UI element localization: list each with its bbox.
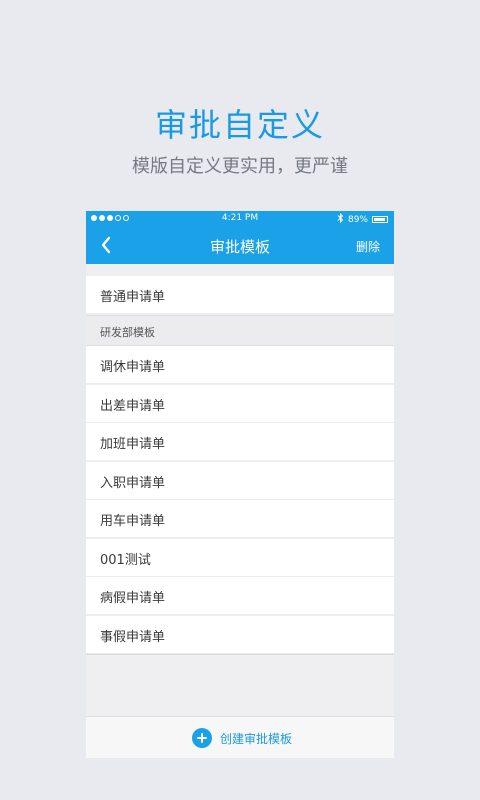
plus-circle-icon — [192, 728, 212, 748]
list-item-label: 事假申请单 — [100, 630, 166, 645]
bluetooth-icon — [337, 212, 344, 226]
list-item[interactable]: 调休申请单 — [86, 346, 394, 384]
status-bar: 4:21 PM 89% — [86, 211, 394, 227]
list-item-label: 出差申请单 — [100, 399, 166, 414]
list-item-label: 加班申请单 — [100, 437, 166, 452]
phone-screen: 4:21 PM 89% 审批模板 删除 普通申请单 研发部模板 调休申请单 出差… — [86, 211, 394, 758]
divider — [86, 654, 394, 655]
headline: 审批自定义 — [154, 106, 325, 144]
list-item[interactable]: 出差申请单 — [86, 385, 394, 423]
list-item-label: 普通申请单 — [100, 290, 166, 305]
spacer — [86, 264, 394, 276]
list-item[interactable]: 001测试 — [86, 539, 394, 577]
list-item[interactable]: 加班申请单 — [86, 423, 394, 461]
list-item[interactable]: 用车申请单 — [86, 500, 394, 538]
list-item-general[interactable]: 普通申请单 — [86, 276, 394, 314]
list-item-label: 调休申请单 — [100, 360, 166, 375]
nav-title: 审批模板 — [209, 238, 270, 256]
battery-icon — [372, 216, 388, 223]
list-item[interactable]: 病假申请单 — [86, 577, 394, 615]
battery-percent: 89% — [347, 214, 368, 225]
delete-button[interactable]: 删除 — [356, 238, 380, 255]
section-header-label: 研发部模板 — [100, 326, 155, 339]
list-item[interactable]: 入职申请单 — [86, 462, 394, 500]
subline: 模版自定义更实用，更严谨 — [132, 156, 348, 177]
list-item[interactable]: 事假申请单 — [86, 616, 394, 654]
list-item-label: 用车申请单 — [100, 514, 166, 529]
list-item-label: 001测试 — [100, 553, 151, 568]
section-header: 研发部模板 — [86, 315, 394, 346]
create-template-label: 创建审批模板 — [220, 731, 293, 746]
list-item-label: 入职申请单 — [100, 476, 166, 491]
nav-bar: 审批模板 删除 — [86, 227, 394, 264]
footer-bar: 创建审批模板 — [86, 716, 394, 758]
create-template-button[interactable]: 创建审批模板 — [192, 728, 292, 748]
list-item-label: 病假申请单 — [100, 591, 166, 606]
